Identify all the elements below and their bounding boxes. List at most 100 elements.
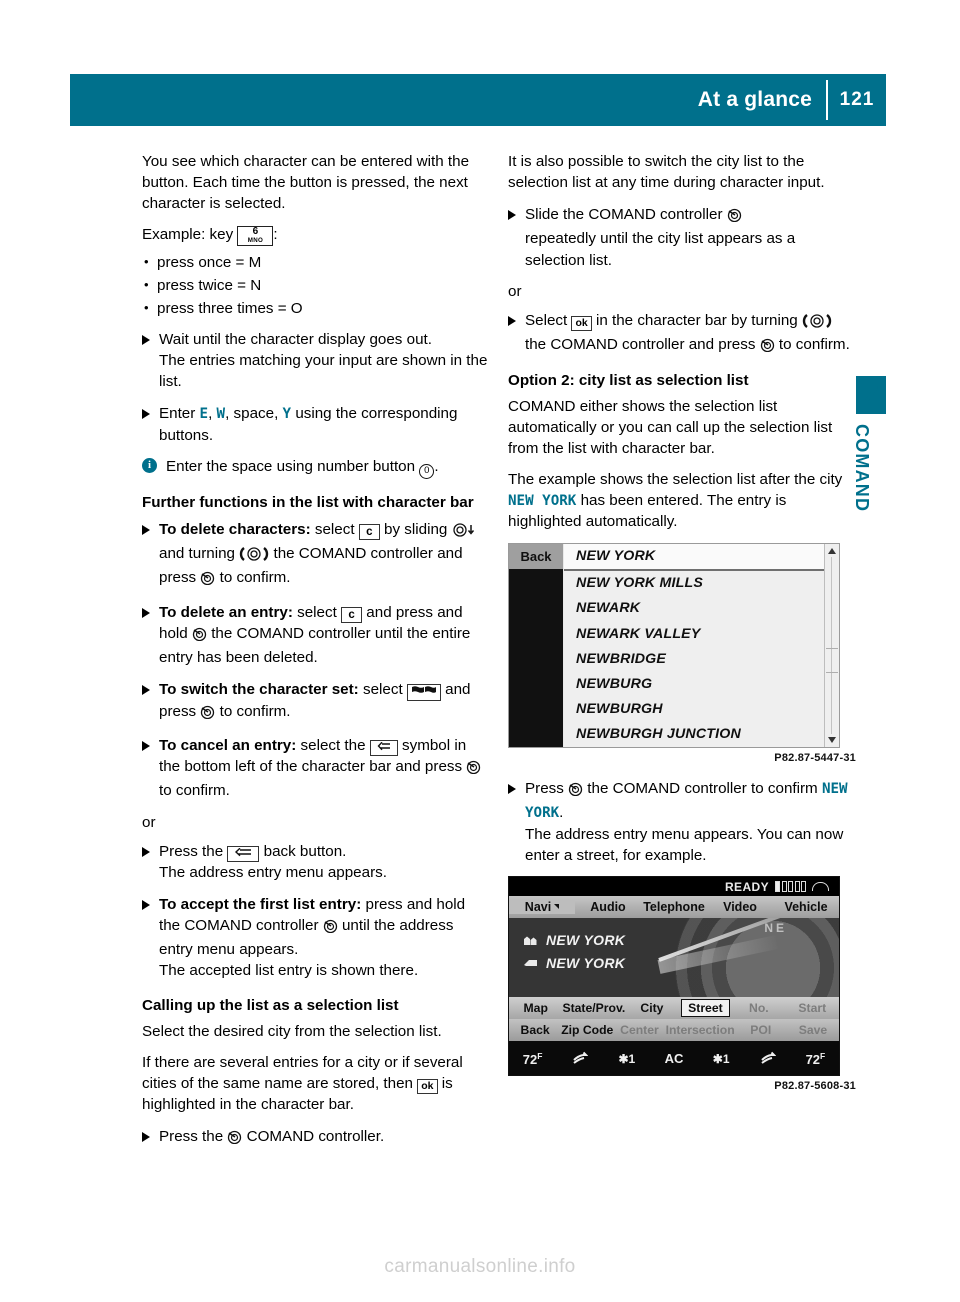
list-item[interactable]: NEW YORK	[564, 543, 825, 571]
softkey-save[interactable]: Save	[787, 1023, 839, 1037]
para-example-city: The example shows the selection list aft…	[508, 470, 856, 533]
menu-label: Navi	[524, 900, 552, 915]
note-text-after: .	[434, 457, 439, 475]
figure-city-selection-list: Back NEW YORK NEW YORK MILLS NEWARK NEWA…	[508, 542, 856, 764]
turn-controller-icon	[802, 313, 832, 334]
press-controller-icon	[323, 918, 338, 939]
step-cancel-entry: To cancel an entry: select the symbol in…	[142, 735, 490, 802]
t5: to confirm.	[219, 569, 291, 587]
step-delete-entry-label: To delete an entry:	[159, 603, 293, 621]
list-back-button[interactable]: Back	[509, 543, 563, 569]
softkey-zip-code[interactable]: Zip Code	[561, 1023, 613, 1037]
character-set-flag-icon	[406, 683, 441, 701]
menu-item-video[interactable]: Video	[707, 900, 773, 914]
blower-value: 1	[628, 1051, 636, 1066]
list-left-panel	[509, 543, 563, 747]
char-e: E	[199, 405, 209, 422]
status-bar: READY	[509, 877, 839, 897]
softkey-no[interactable]: No.	[732, 1001, 785, 1015]
note-space-button: i Enter the space using number button 0.	[142, 456, 490, 479]
softkey-map[interactable]: Map	[509, 1001, 562, 1015]
clear-symbol-icon: c	[358, 523, 380, 540]
city-list[interactable]: NEW YORK NEW YORK MILLS NEWARK NEWARK VA…	[564, 543, 825, 747]
back-arrow-icon	[369, 739, 398, 756]
softkey-poi[interactable]: POI	[735, 1023, 787, 1037]
step-delete-entry: To delete an entry: select c and press a…	[142, 602, 490, 669]
step-accept-first-entry: To accept the first list entry: press an…	[142, 894, 490, 982]
chapter-marker-letter: Z	[863, 379, 879, 410]
watermark: carmanualsonline.info	[384, 1256, 576, 1277]
scrollbar-track[interactable]	[831, 556, 833, 734]
list-item[interactable]: NEWBURG	[564, 671, 825, 696]
press-controller-icon	[192, 626, 207, 647]
signal-strength-icon	[775, 881, 806, 893]
step-confirm-result: The address entry menu appears. You can …	[525, 825, 844, 864]
manual-page: At a glance 121 Z COMAND You see which c…	[0, 0, 960, 1302]
page-number: 121	[839, 89, 875, 110]
t3: to confirm.	[219, 702, 291, 720]
step-slide-sub: repeatedly until the city list appears a…	[525, 230, 796, 269]
t2: COMAND controller.	[246, 1127, 385, 1145]
t1: If there are several entries for a city …	[142, 1053, 463, 1092]
softkey-street[interactable]: Street	[679, 999, 732, 1018]
t3: the COMAND controller and press	[525, 336, 756, 354]
t1: Press the	[159, 1127, 224, 1145]
map-view[interactable]: NE NEW YORK NEW YORK	[509, 918, 839, 998]
right-column: It is also possible to switch the city l…	[508, 152, 856, 1092]
softkey-center[interactable]: Center	[613, 1023, 665, 1037]
softkey-street-label: Street	[681, 999, 730, 1018]
list-item[interactable]: NEWARK	[564, 596, 825, 621]
step-switch-label: To switch the character set:	[159, 680, 359, 698]
chapter-marker: Z	[856, 376, 886, 414]
list-item[interactable]: NEWBRIDGE	[564, 646, 825, 671]
page-title: At a glance	[697, 88, 812, 111]
press-controller-icon	[727, 207, 742, 228]
list-item[interactable]: NEW YORK MILLS	[564, 571, 825, 596]
para-comand-selection: COMAND either shows the selection list a…	[508, 397, 833, 457]
menu-item-audio[interactable]: Audio	[575, 900, 641, 914]
press-controller-icon	[227, 1129, 242, 1150]
figure-nav-screen: READY Navi Audio Telephone Video Vehicle	[508, 876, 856, 1092]
softkey-start[interactable]: Start	[786, 1001, 839, 1015]
scrollbar-thumb-bottom[interactable]	[826, 671, 838, 674]
heading-further-functions: Further functions in the list with chara…	[142, 493, 474, 511]
step-back-result: The address entry menu appears.	[159, 864, 387, 882]
heading-option-2: Option 2: city list as selection list	[508, 371, 749, 389]
softkey-intersection[interactable]: Intersection	[666, 1023, 735, 1037]
softkey-back[interactable]: Back	[509, 1023, 561, 1037]
softkey-city[interactable]: City	[625, 1001, 678, 1015]
t3: to confirm.	[159, 782, 230, 800]
destination-block: NEW YORK NEW YORK	[523, 932, 625, 971]
street-icon	[524, 960, 537, 967]
list-item[interactable]: NEWBURGH JUNCTION	[564, 722, 825, 747]
destination-street: NEW YORK	[546, 955, 626, 972]
list-item: press twice = N	[142, 275, 490, 298]
press-controller-icon	[568, 781, 583, 802]
list-item[interactable]: NEWARK VALLEY	[564, 621, 825, 646]
t3: and turning	[159, 545, 235, 563]
softkey-state-prov[interactable]: State/Prov.	[562, 1001, 625, 1015]
t1: Select	[525, 312, 568, 330]
press-controller-icon	[760, 337, 775, 358]
press-list: press once = M press twice = N press thr…	[142, 252, 490, 320]
menu-item-telephone[interactable]: Telephone	[641, 900, 707, 914]
scroll-down-arrow-icon[interactable]	[828, 736, 836, 743]
example-line: Example: key 6 MNO :	[142, 225, 490, 247]
t2: back button.	[263, 842, 347, 860]
t1: Press the	[159, 842, 224, 860]
step-delete-characters: To delete characters: select c by slidin…	[142, 519, 490, 592]
menu-item-vehicle[interactable]: Vehicle	[773, 900, 839, 914]
menu-item-navi[interactable]: Navi	[509, 900, 575, 915]
list-scrollbar[interactable]	[824, 543, 839, 747]
scrollbar-thumb-top[interactable]	[826, 647, 838, 650]
step-slide-controller: Slide the COMAND controller repeatedly u…	[508, 204, 856, 271]
step-cancel-label: To cancel an entry:	[159, 736, 297, 754]
press-controller-icon	[466, 759, 481, 780]
t2: by sliding	[384, 520, 448, 538]
scroll-up-arrow-icon[interactable]	[828, 547, 836, 554]
temp-value: 72	[805, 1051, 821, 1067]
t1: select the	[300, 736, 366, 754]
list-item[interactable]: NEWBURGH	[564, 697, 825, 722]
climate-ac: AC	[664, 1051, 684, 1067]
number-key-0-icon: 0	[419, 463, 435, 479]
